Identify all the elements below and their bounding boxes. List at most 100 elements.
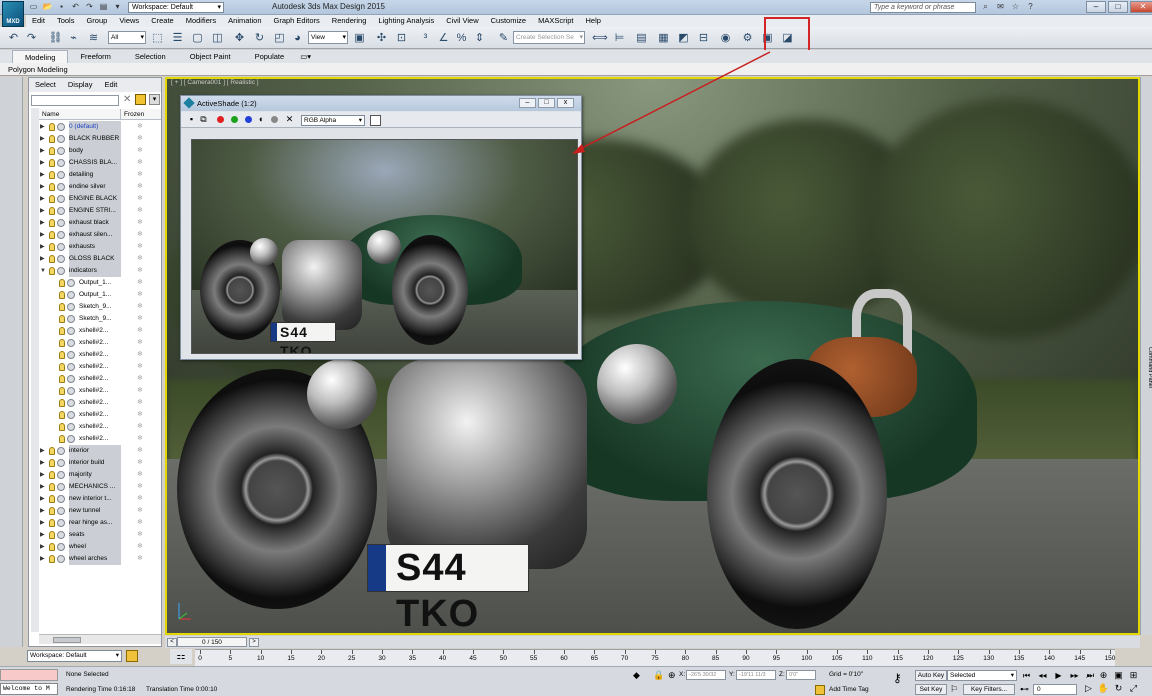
visibility-bulb-icon[interactable]: [59, 411, 65, 419]
maxscript-listener-output[interactable]: [0, 669, 58, 681]
clear-icon[interactable]: ✕: [285, 115, 294, 124]
material-editor-icon[interactable]: ◉: [718, 31, 733, 46]
go-to-start-icon[interactable]: ⏮: [1020, 670, 1033, 681]
expand-icon[interactable]: ▶: [40, 469, 45, 481]
mirror-icon[interactable]: ⟺: [592, 31, 608, 46]
visibility-bulb-icon[interactable]: [49, 255, 55, 263]
maximize-button[interactable]: □: [1108, 1, 1128, 13]
object-row[interactable]: xshell#2... ❄: [39, 421, 161, 433]
frozen-toggle-icon[interactable]: ❄: [137, 313, 143, 325]
visibility-bulb-icon[interactable]: [49, 531, 55, 539]
expand-icon[interactable]: ▶: [40, 517, 45, 529]
object-row[interactable]: xshell#2... ❄: [39, 385, 161, 397]
expand-icon[interactable]: ▶: [40, 529, 45, 541]
undo-icon[interactable]: ↶: [6, 31, 21, 46]
frozen-toggle-icon[interactable]: ❄: [137, 289, 143, 301]
layer-row[interactable]: ▶ CHASSIS BLA... ❄: [39, 157, 161, 169]
expand-icon[interactable]: ▶: [40, 121, 45, 133]
project-folder-icon[interactable]: ▤: [98, 2, 109, 12]
frozen-toggle-icon[interactable]: ❄: [137, 433, 143, 445]
orbit-icon[interactable]: ↻: [1112, 683, 1125, 694]
copy-image-icon[interactable]: ⧉: [199, 115, 208, 124]
visibility-bulb-icon[interactable]: [49, 207, 55, 215]
y-coordinate-field[interactable]: -19'11 11/3: [736, 670, 776, 680]
z-coordinate-field[interactable]: 0'0": [786, 670, 816, 680]
object-row[interactable]: Output_1... ❄: [39, 289, 161, 301]
zoom-all-icon[interactable]: ⊕: [1097, 670, 1110, 681]
next-frame-button[interactable]: >: [249, 638, 259, 647]
redo-icon[interactable]: ↷: [84, 2, 95, 12]
activeshade-title-bar[interactable]: ActiveShade (1:2) – □ x: [181, 96, 581, 111]
render-setup-icon[interactable]: ⚙: [740, 31, 755, 46]
visibility-bulb-icon[interactable]: [49, 495, 55, 503]
selection-lock-icon[interactable]: 🔒: [653, 670, 664, 681]
menu-lighting-analysis[interactable]: Lighting Analysis: [372, 15, 440, 27]
menu-graph-editors[interactable]: Graph Editors: [268, 15, 326, 27]
time-slider-thumb[interactable]: 0 / 150: [177, 637, 247, 647]
visibility-bulb-icon[interactable]: [59, 279, 65, 287]
select-by-name-icon[interactable]: ☰: [170, 31, 185, 46]
time-tag-icon[interactable]: [815, 685, 825, 695]
expand-icon[interactable]: ▶: [40, 241, 45, 253]
menu-modifiers[interactable]: Modifiers: [180, 15, 222, 27]
layer-row[interactable]: ▼ indicators ❄: [39, 265, 161, 277]
angle-snap-icon[interactable]: ∠: [436, 31, 451, 46]
save-image-icon[interactable]: ▪: [187, 115, 196, 124]
expand-icon[interactable]: ▶: [40, 229, 45, 241]
object-row[interactable]: xshell#2... ❄: [39, 361, 161, 373]
toggle-scene-explorer-icon[interactable]: ▤: [634, 31, 649, 46]
visibility-bulb-icon[interactable]: [49, 519, 55, 527]
visibility-bulb-icon[interactable]: [49, 459, 55, 467]
layer-row[interactable]: ▶ interior ❄: [39, 445, 161, 457]
menu-group[interactable]: Group: [80, 15, 113, 27]
frozen-toggle-icon[interactable]: ❄: [137, 181, 143, 193]
undo-icon[interactable]: ↶: [70, 2, 81, 12]
key-icon[interactable]: ⚷: [893, 671, 902, 685]
percent-snap-icon[interactable]: %: [454, 31, 469, 46]
help-icon[interactable]: ?: [1025, 2, 1036, 12]
visibility-bulb-icon[interactable]: [49, 243, 55, 251]
zoom-extents-all-icon[interactable]: ⊞: [1127, 670, 1140, 681]
current-frame-field[interactable]: 0: [1033, 684, 1077, 695]
help-search-input[interactable]: Type a keyword or phrase: [870, 2, 976, 13]
visibility-bulb-icon[interactable]: [59, 327, 65, 335]
edit-named-selection-icon[interactable]: ✎: [496, 31, 511, 46]
frozen-toggle-icon[interactable]: ❄: [137, 361, 143, 373]
zoom-icon[interactable]: ⌕: [1082, 670, 1095, 681]
key-filters-button[interactable]: Key Filters...: [963, 684, 1015, 695]
explorer-search-input[interactable]: [31, 95, 119, 106]
explorer-horizontal-scrollbar[interactable]: [39, 634, 161, 644]
frozen-toggle-icon[interactable]: ❄: [137, 445, 143, 457]
menu-edit[interactable]: Edit: [26, 15, 51, 27]
select-and-link-icon[interactable]: ⛓: [48, 31, 63, 46]
menu-tools[interactable]: Tools: [51, 15, 81, 27]
frozen-toggle-icon[interactable]: ❄: [137, 457, 143, 469]
explorer-menu-display[interactable]: Display: [62, 78, 99, 92]
object-row[interactable]: xshell#2... ❄: [39, 337, 161, 349]
expand-icon[interactable]: ▶: [40, 481, 45, 493]
ribbon-options-icon[interactable]: ▭▾: [296, 50, 315, 63]
frozen-toggle-icon[interactable]: ❄: [137, 481, 143, 493]
menu-customize[interactable]: Customize: [485, 15, 532, 27]
layer-row[interactable]: ▶ body ❄: [39, 145, 161, 157]
menu-help[interactable]: Help: [580, 15, 607, 27]
object-row[interactable]: Sketch_9... ❄: [39, 313, 161, 325]
frozen-toggle-icon[interactable]: ❄: [137, 253, 143, 265]
layer-row[interactable]: ▶ interior build ❄: [39, 457, 161, 469]
previous-frame-icon[interactable]: ◂◂: [1036, 670, 1049, 681]
expand-icon[interactable]: ▶: [40, 133, 45, 145]
toggle-layer-explorer-icon[interactable]: ▦: [656, 31, 671, 46]
key-mode-toggle-icon[interactable]: ⊷: [1020, 684, 1029, 695]
expand-icon[interactable]: ▶: [40, 553, 45, 565]
object-row[interactable]: xshell#2... ❄: [39, 409, 161, 421]
alpha-channel-icon[interactable]: ◐: [257, 115, 266, 124]
auto-key-button[interactable]: Auto Key: [915, 670, 947, 681]
next-frame-icon[interactable]: ▸▸: [1068, 670, 1081, 681]
frozen-toggle-icon[interactable]: ❄: [137, 229, 143, 241]
expand-icon[interactable]: ▶: [40, 493, 45, 505]
layer-row[interactable]: ▶ detailing ❄: [39, 169, 161, 181]
qat-dropdown-icon[interactable]: ▾: [112, 2, 123, 12]
close-button[interactable]: ✕: [1130, 1, 1152, 13]
tab-modeling[interactable]: Modeling: [12, 50, 69, 63]
save-icon[interactable]: ▪: [56, 2, 67, 12]
